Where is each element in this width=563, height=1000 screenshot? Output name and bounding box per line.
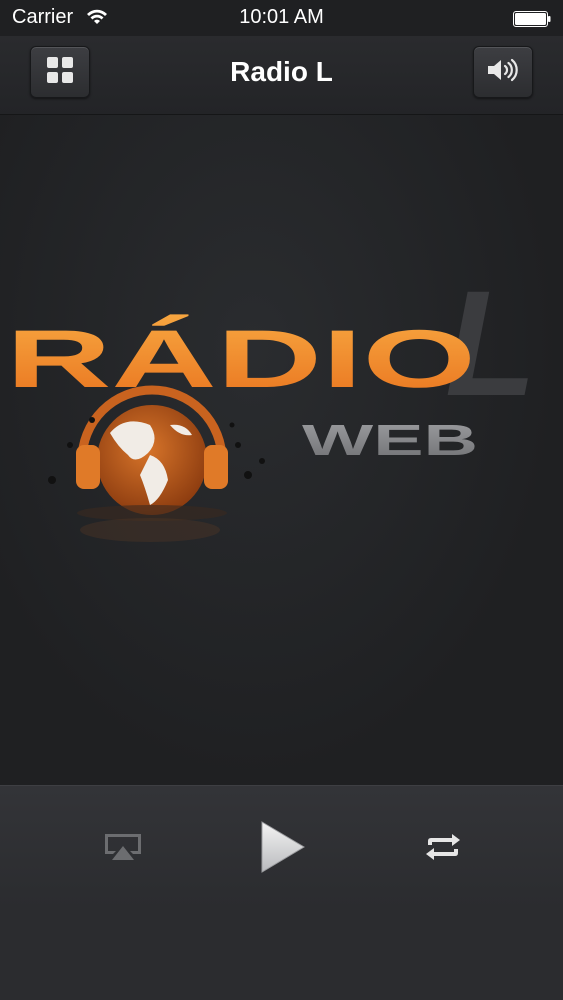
status-bar: Carrier 10:01 AM (0, 0, 563, 36)
artwork-area: L RÁDIO WEB (0, 115, 563, 785)
radio-l-web-logo: L RÁDIO WEB (6, 265, 537, 542)
clock: 10:01 AM (239, 6, 324, 28)
play-button[interactable] (252, 820, 312, 878)
airplay-icon (103, 832, 143, 867)
bottom-area (0, 908, 563, 1000)
airplay-button[interactable] (100, 832, 146, 866)
battery-icon (513, 10, 551, 27)
logo-main-text: RÁDIO (6, 314, 476, 405)
repeat-button[interactable] (420, 832, 466, 866)
logo-sub-text: WEB (302, 416, 478, 465)
play-icon (258, 820, 306, 879)
player-controls (0, 785, 563, 909)
speaker-volume-icon (486, 57, 520, 88)
repeat-icon (422, 832, 464, 867)
volume-button[interactable] (473, 46, 533, 98)
nav-bar: Radio L (0, 36, 563, 115)
globe-headphones-icon (76, 385, 228, 521)
